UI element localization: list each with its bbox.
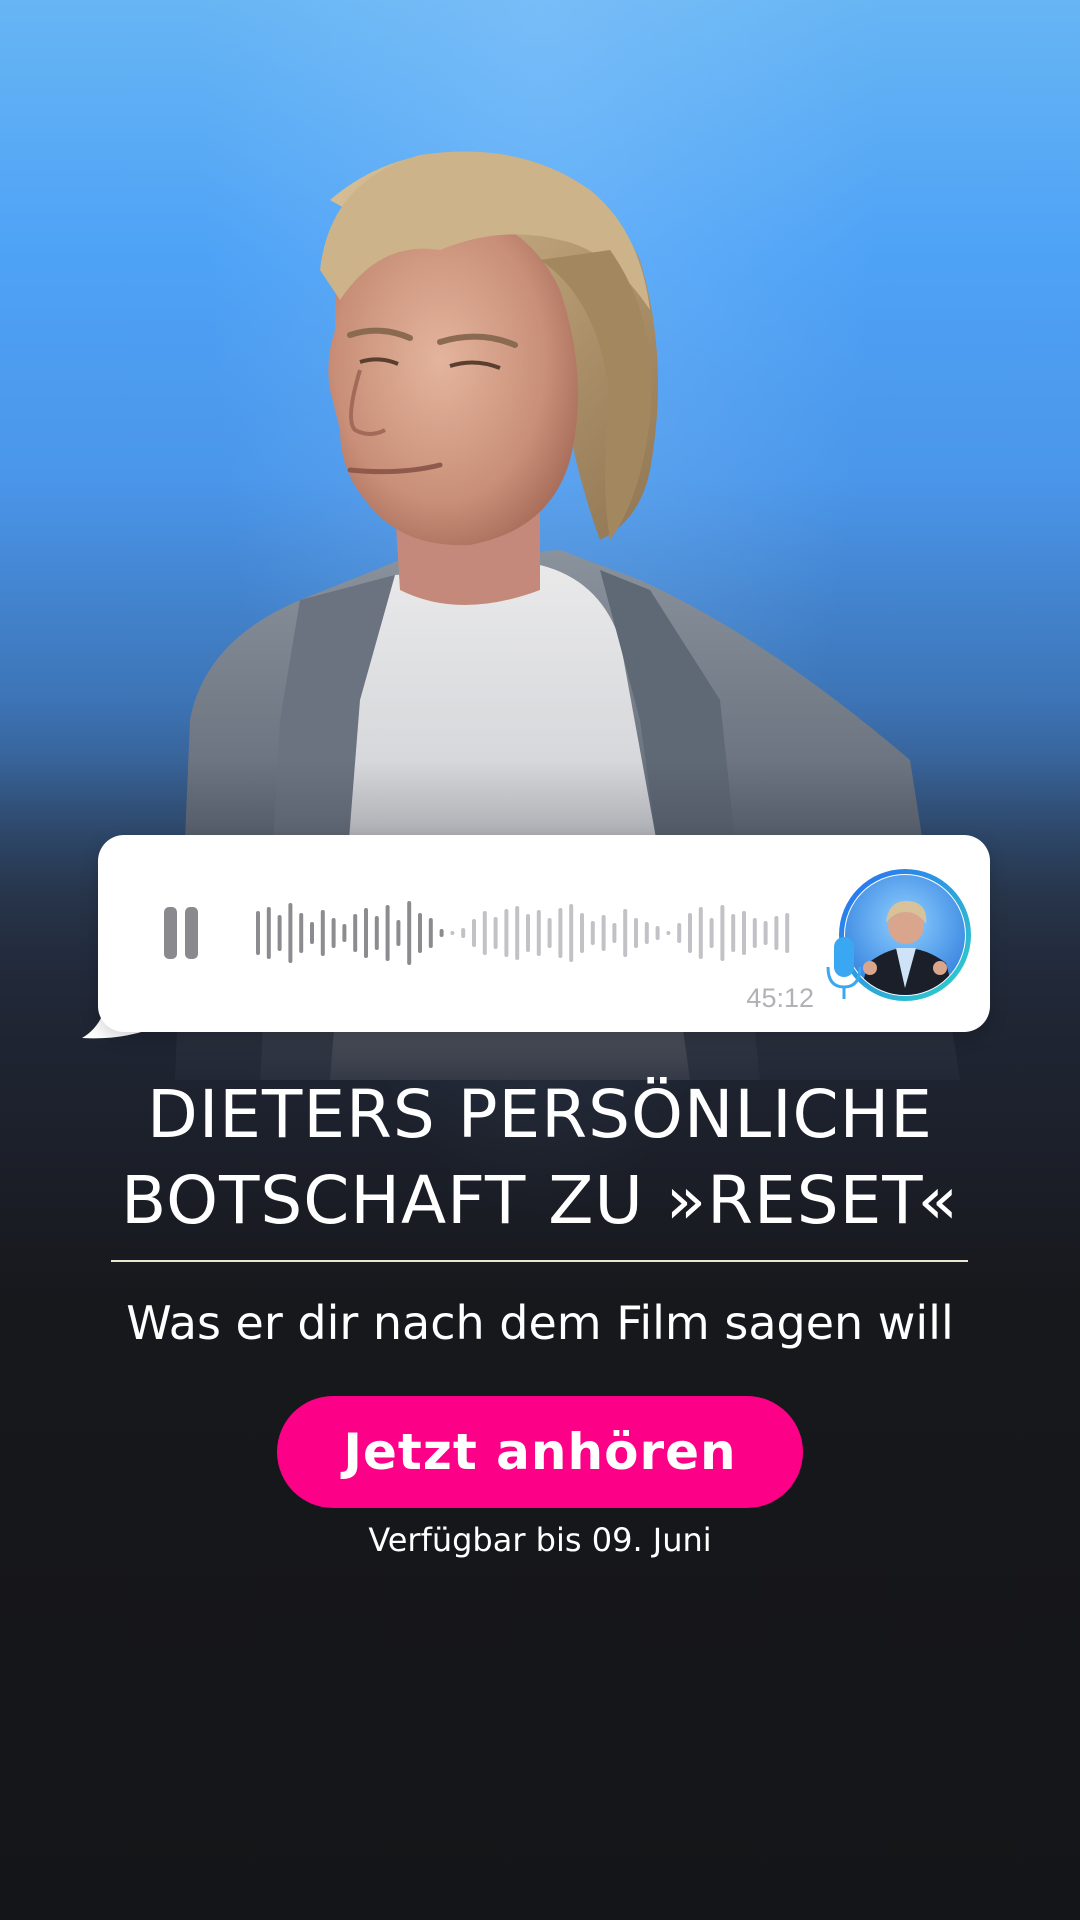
waveform-bar bbox=[374, 916, 379, 950]
waveform-bar bbox=[418, 913, 422, 953]
waveform-bar bbox=[720, 905, 725, 961]
waveform-bar bbox=[763, 921, 768, 945]
waveform-bar bbox=[601, 915, 606, 951]
audio-waveform[interactable] bbox=[254, 891, 794, 975]
waveform-bar bbox=[590, 921, 595, 945]
waveform-bar bbox=[266, 907, 271, 959]
listen-now-button[interactable]: Jetzt anhören bbox=[277, 1396, 803, 1508]
pause-button[interactable] bbox=[164, 907, 200, 959]
waveform-bar bbox=[515, 906, 520, 960]
headline-line-1: DIETERS PERSÖNLICHE bbox=[147, 1076, 933, 1153]
waveform-bar bbox=[547, 918, 552, 948]
waveform-bar bbox=[342, 924, 347, 942]
waveform-bar bbox=[536, 910, 541, 956]
waveform-bar bbox=[461, 928, 466, 938]
waveform-bar bbox=[644, 922, 649, 944]
waveform-bar bbox=[709, 918, 714, 948]
microphone-icon bbox=[826, 937, 862, 999]
waveform-bar bbox=[385, 905, 390, 961]
divider-line bbox=[111, 1260, 968, 1262]
waveform-bar bbox=[634, 918, 638, 948]
waveform-bar bbox=[569, 904, 574, 962]
waveform-bar bbox=[310, 922, 314, 944]
waveform-bar bbox=[320, 910, 325, 956]
waveform-bar bbox=[364, 908, 368, 958]
waveform-bar bbox=[742, 911, 746, 955]
waveform-bar bbox=[353, 914, 358, 952]
waveform-bar bbox=[450, 931, 455, 935]
waveform-bar bbox=[277, 915, 282, 951]
waveform-bar bbox=[580, 913, 584, 953]
waveform-bar bbox=[623, 909, 628, 957]
waveform-bar bbox=[288, 903, 293, 963]
waveform-bar bbox=[472, 919, 476, 947]
waveform-bar bbox=[482, 911, 487, 955]
waveform-bar bbox=[677, 923, 682, 943]
voice-message-bubble: 45:12 bbox=[98, 835, 990, 1032]
pause-icon bbox=[164, 907, 177, 959]
waveform-bar bbox=[774, 916, 779, 950]
subtitle: Was er dir nach dem Film sagen will bbox=[126, 1296, 954, 1350]
headline-line-2: BOTSCHAFT ZU »RESET« bbox=[121, 1162, 959, 1239]
waveform-bar bbox=[396, 920, 401, 946]
waveform-bar bbox=[504, 909, 509, 957]
waveform-bar bbox=[558, 908, 563, 958]
waveform-bar bbox=[407, 901, 412, 965]
duration-label: 45:12 bbox=[746, 983, 814, 1013]
availability-note: Verfügbar bis 09. Juni bbox=[368, 1521, 712, 1559]
waveform-bar bbox=[666, 931, 671, 935]
waveform-bar bbox=[493, 917, 498, 949]
waveform-bar bbox=[731, 914, 736, 952]
waveform-bar bbox=[752, 918, 757, 948]
waveform-bar bbox=[785, 913, 790, 953]
waveform-bar bbox=[331, 918, 336, 948]
waveform-bar bbox=[439, 929, 444, 937]
headline: DIETERS PERSÖNLICHE BOTSCHAFT ZU »RESET« bbox=[40, 1072, 1040, 1244]
waveform-bar bbox=[256, 911, 260, 955]
waveform-bar bbox=[526, 914, 530, 952]
waveform-bar bbox=[612, 923, 617, 943]
waveform-bar bbox=[688, 913, 692, 953]
waveform-bar bbox=[428, 918, 433, 948]
waveform-bar bbox=[299, 913, 304, 953]
waveform-bar bbox=[655, 926, 660, 940]
waveform-bar bbox=[698, 907, 703, 959]
